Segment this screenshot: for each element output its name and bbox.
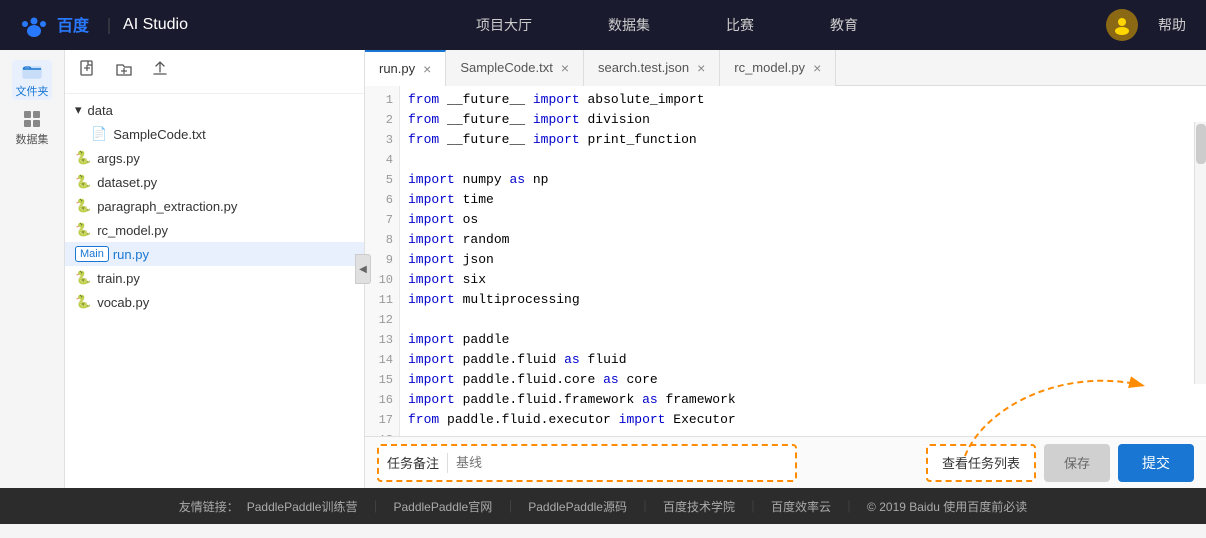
footer-sep-2: ｜ — [504, 498, 516, 515]
tabs-bar: run.py × SampleCode.txt × search.test.js… — [365, 50, 1206, 86]
nav-education[interactable]: 教育 — [822, 11, 866, 39]
file-tree: ▾ data 📄 SampleCode.txt 🐍 args.py 🐍 data… — [65, 94, 364, 488]
list-item[interactable]: 🐍 dataset.py — [65, 170, 364, 194]
footer-link-academy[interactable]: 百度技术学院 — [663, 498, 735, 515]
avatar[interactable] — [1106, 9, 1138, 41]
list-item-runpy[interactable]: Main run.py — [65, 242, 364, 266]
files-label: 文件夹 — [16, 83, 49, 99]
footer-link-training[interactable]: PaddlePaddle训练营 — [247, 498, 358, 515]
aistudio-text: AI Studio — [123, 16, 188, 34]
list-item[interactable]: 🐍 args.py — [65, 146, 364, 170]
footer-copyright: © 2019 Baidu 使用百度前必读 — [867, 498, 1027, 515]
task-input-group: 任务备注 — [377, 444, 797, 482]
logo-separator: ｜ — [101, 13, 117, 37]
file-py-icon: 🐍 — [75, 294, 91, 310]
tab-rcmodel[interactable]: rc_model.py × — [720, 50, 836, 86]
code-editor[interactable]: 1234 5678 9101112 13141516 17181920 2122… — [365, 86, 1206, 436]
datasets-label: 数据集 — [16, 131, 49, 147]
upload-button[interactable] — [147, 58, 173, 85]
list-item[interactable]: 📄 SampleCode.txt — [81, 122, 364, 146]
list-item[interactable]: 🐍 rc_model.py — [65, 218, 364, 242]
folder-name: data — [88, 103, 113, 118]
code-content: 1234 5678 9101112 13141516 17181920 2122… — [365, 86, 1206, 436]
grid-icon — [22, 109, 42, 129]
help-link[interactable]: 帮助 — [1158, 15, 1186, 35]
code-lines: from __future__ import absolute_import f… — [400, 86, 1206, 436]
new-file-button[interactable] — [75, 58, 101, 85]
footer-sep-1: ｜ — [369, 498, 381, 515]
file-name: train.py — [97, 271, 140, 286]
logo-baidu: 百度 — [20, 12, 89, 37]
sidebar-item-files[interactable]: 文件夹 — [12, 60, 52, 100]
tab-close-samplecode[interactable]: × — [561, 61, 569, 75]
file-py-icon: 🐍 — [75, 150, 91, 166]
file-txt-icon: 📄 — [91, 126, 107, 142]
list-item[interactable]: 🐍 vocab.py — [65, 290, 364, 314]
header: 百度 ｜ AI Studio 项目大厅 数据集 比赛 教育 帮助 — [0, 0, 1206, 50]
file-py-icon: 🐍 — [75, 174, 91, 190]
folder-data[interactable]: ▾ data — [65, 98, 364, 122]
file-name: vocab.py — [97, 295, 149, 310]
file-name: rc_model.py — [97, 223, 168, 238]
tab-label: SampleCode.txt — [460, 60, 553, 75]
file-py-icon: 🐍 — [75, 198, 91, 214]
file-toolbar — [65, 50, 364, 94]
submit-button[interactable]: 提交 — [1118, 444, 1194, 482]
file-panel: ▾ data 📄 SampleCode.txt 🐍 args.py 🐍 data… — [65, 50, 365, 488]
right-actions: 查看任务列表 保存 提交 — [926, 444, 1194, 482]
tab-runpy[interactable]: run.py × — [365, 50, 446, 86]
folder-icon — [22, 61, 42, 81]
nav-competition[interactable]: 比赛 — [718, 11, 762, 39]
file-name-active: run.py — [113, 247, 149, 262]
nav-datasets[interactable]: 数据集 — [600, 11, 658, 39]
footer-sep-4: ｜ — [747, 498, 759, 515]
file-name: dataset.py — [97, 175, 157, 190]
baseline-input[interactable] — [456, 455, 787, 470]
tab-label: rc_model.py — [734, 60, 805, 75]
footer-sep-3: ｜ — [639, 498, 651, 515]
footer: 友情链接： PaddlePaddle训练营 ｜ PaddlePaddle官网 ｜… — [0, 488, 1206, 524]
tab-close-rcmodel[interactable]: × — [813, 61, 821, 75]
save-button[interactable]: 保存 — [1044, 444, 1110, 482]
nav-projects[interactable]: 项目大厅 — [468, 11, 540, 39]
baidu-text: 百度 — [57, 18, 89, 35]
bottom-bar: 任务备注 查看任务列表 保存 提交 — [365, 436, 1206, 488]
bottom-section: 任务备注 查看任务列表 保存 提交 — [365, 436, 1206, 488]
scrollbar[interactable] — [1194, 122, 1206, 384]
footer-prefix: 友情链接： — [179, 498, 239, 515]
collapse-sidebar-button[interactable]: ◀ — [355, 254, 371, 284]
tab-label: search.test.json — [598, 60, 689, 75]
header-right: 帮助 — [1106, 9, 1186, 41]
editor-container: ◀ run.py × SampleCode.txt × search.test.… — [365, 50, 1206, 488]
logo: 百度 ｜ AI Studio — [20, 12, 188, 37]
task-label: 任务备注 — [387, 453, 439, 472]
file-name: args.py — [97, 151, 140, 166]
tab-label: run.py — [379, 61, 415, 76]
list-item[interactable]: 🐍 train.py — [65, 266, 364, 290]
footer-sep-5: ｜ — [843, 498, 855, 515]
file-py-icon: 🐍 — [75, 222, 91, 238]
file-name: SampleCode.txt — [113, 127, 206, 142]
tab-close-searchtestjson[interactable]: × — [697, 61, 705, 75]
list-item[interactable]: 🐍 paragraph_extraction.py — [65, 194, 364, 218]
file-name: paragraph_extraction.py — [97, 199, 237, 214]
task-divider — [447, 453, 448, 473]
main-container: 文件夹 数据集 — [0, 50, 1206, 488]
tab-samplecode[interactable]: SampleCode.txt × — [446, 50, 584, 86]
footer-link-official[interactable]: PaddlePaddle官网 — [393, 498, 492, 515]
footer-link-cloud[interactable]: 百度效率云 — [771, 498, 831, 515]
tab-searchtestjson[interactable]: search.test.json × — [584, 50, 720, 86]
new-folder-button[interactable] — [111, 58, 137, 85]
file-py-icon: 🐍 — [75, 270, 91, 286]
footer-link-source[interactable]: PaddlePaddle源码 — [528, 498, 627, 515]
chevron-down-icon: ▾ — [75, 102, 82, 118]
sidebar: 文件夹 数据集 — [0, 50, 65, 488]
view-task-button[interactable]: 查看任务列表 — [926, 444, 1036, 482]
tab-close-runpy[interactable]: × — [423, 62, 431, 76]
sidebar-item-datasets[interactable]: 数据集 — [12, 108, 52, 148]
main-nav: 项目大厅 数据集 比赛 教育 — [228, 11, 1106, 39]
main-tag: Main — [75, 246, 109, 262]
